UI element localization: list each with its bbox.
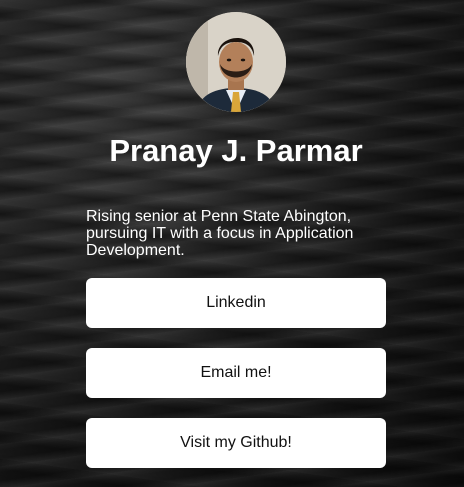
profile-bio: Rising senior at Penn State Abington, pu… [86, 208, 354, 259]
profile-photo [186, 12, 286, 112]
linkedin-button[interactable]: Linkedin [86, 278, 386, 328]
profile-page: Pranay J. Parmar Rising senior at Penn S… [0, 0, 464, 487]
profile-name: Pranay J. Parmar [109, 133, 363, 168]
github-button[interactable]: Visit my Github! [86, 418, 386, 468]
profile-avatar [186, 12, 286, 112]
email-button[interactable]: Email me! [86, 348, 386, 398]
